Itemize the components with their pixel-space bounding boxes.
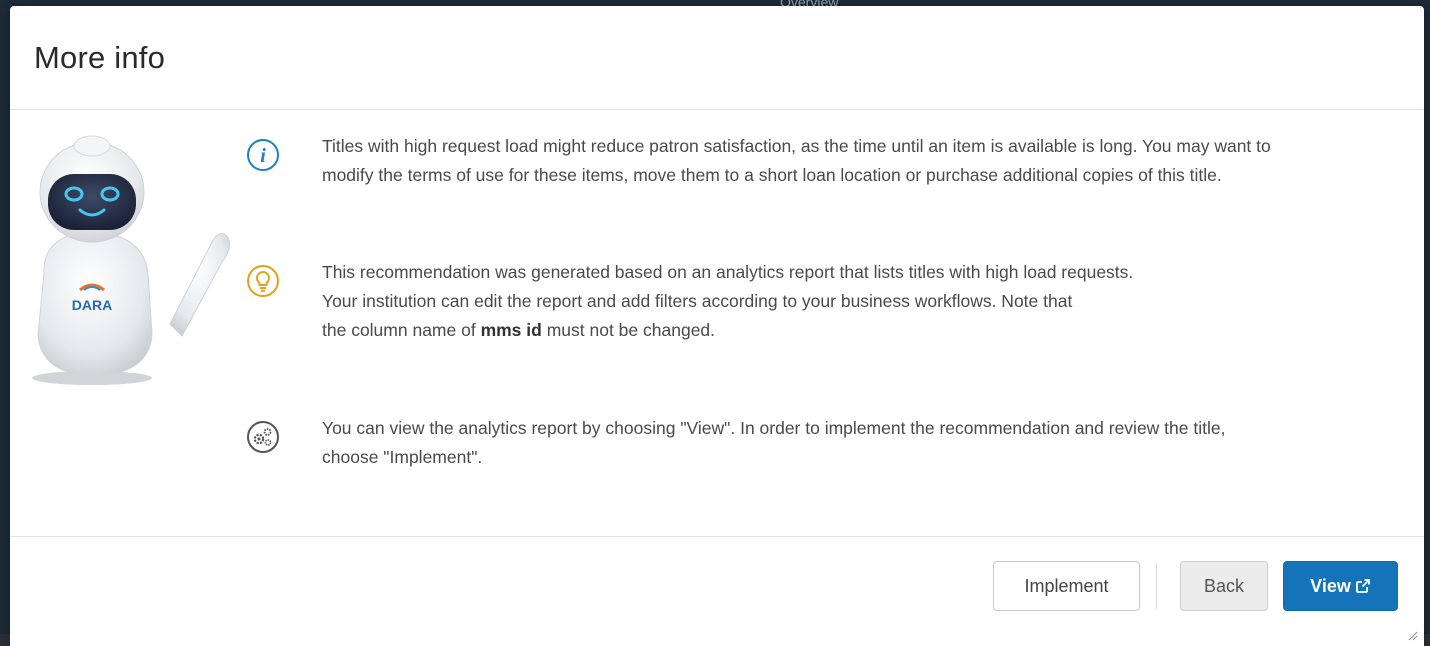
info-row-text: This recommendation was generated based … <box>322 258 1282 345</box>
back-button[interactable]: Back <box>1180 561 1268 611</box>
info-icon: i <box>247 139 279 171</box>
dara-robot-mascot: DARA <box>32 135 231 385</box>
paragraph: This recommendation was generated based … <box>322 262 1134 282</box>
view-button[interactable]: View <box>1283 561 1398 611</box>
mascot-brand-label: DARA <box>72 297 112 313</box>
external-link-icon <box>1355 579 1370 593</box>
paragraph-text: the column name of <box>322 320 481 340</box>
info-row-text: You can view the analytics report by cho… <box>322 414 1282 472</box>
paragraph: Titles with high request load might redu… <box>322 136 1271 185</box>
resize-grip-icon[interactable] <box>1406 629 1418 641</box>
footer-divider <box>1156 563 1157 609</box>
info-row-text: Titles with high request load might redu… <box>322 132 1282 190</box>
paragraph: Your institution can edit the report and… <box>322 291 1073 311</box>
paragraph: You can view the analytics report by cho… <box>322 418 1226 467</box>
dialog-header: More info <box>10 6 1424 110</box>
paragraph-text: must not be changed. <box>541 320 716 340</box>
svg-text:i: i <box>260 145 266 167</box>
gears-icon <box>247 421 279 453</box>
mms-id-emphasis: mms id <box>480 320 542 340</box>
lightbulb-icon <box>247 265 279 297</box>
view-button-label: View <box>1310 575 1351 596</box>
dialog-title: More info <box>34 40 166 75</box>
dialog-body: DARA i Titles with high request load mig… <box>10 110 1424 537</box>
dialog-footer: Implement Back View <box>10 537 1424 645</box>
paragraph: the column name of mms id must not be ch… <box>322 316 1282 345</box>
info-row-recommendation-source: This recommendation was generated based … <box>246 258 1282 345</box>
info-row-request-load: i Titles with high request load might re… <box>246 132 1282 190</box>
info-row-actions: You can view the analytics report by cho… <box>246 414 1282 472</box>
more-info-dialog: More info DARA i Titles with high reques… <box>10 6 1424 646</box>
implement-button[interactable]: Implement <box>993 561 1140 611</box>
